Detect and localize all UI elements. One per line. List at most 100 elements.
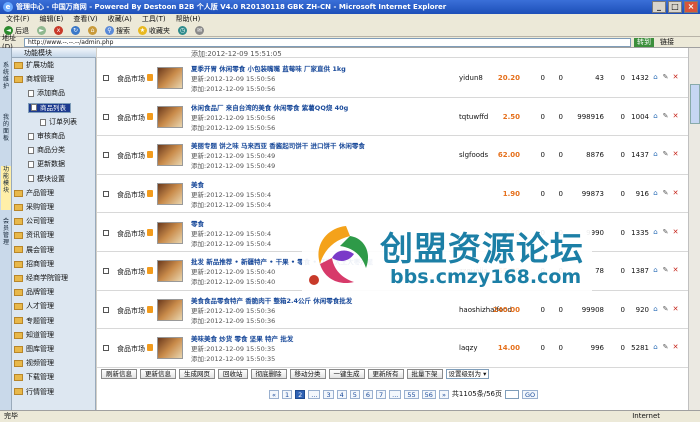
sidebar-item[interactable]: 商品列表 [28, 102, 71, 113]
page-56[interactable]: 56 [421, 389, 436, 399]
vtab-system[interactable]: 系统维护 [1, 62, 11, 106]
edit-icon[interactable]: ✎ [662, 228, 669, 236]
product-title-link[interactable]: 夏季开胃 休闲零食 小包装嘴嘴 蓝莓味 厂家直供 1kg [191, 63, 346, 73]
update-info-button[interactable]: 更新信息 [140, 369, 176, 379]
minimize-button[interactable]: _ [652, 1, 666, 13]
page-7[interactable]: 7 [376, 389, 387, 399]
row-checkbox[interactable] [103, 75, 109, 82]
row-checkbox[interactable] [103, 191, 109, 198]
sidebar-item[interactable]: 扩展功能 [14, 60, 54, 71]
product-title-link[interactable]: 美味美食 炒货 零食 坚果 特产 批发 [191, 333, 293, 343]
edit-icon[interactable]: ✎ [662, 112, 669, 120]
shop-icon[interactable]: ⌂ [652, 112, 659, 120]
shop-icon[interactable]: ⌂ [652, 344, 659, 351]
menu-help[interactable]: 帮助(H) [176, 14, 201, 25]
delete-icon[interactable]: ✕ [672, 112, 679, 120]
delete-icon[interactable]: ✕ [672, 228, 679, 236]
level-select[interactable]: 设置级别为 ▾ [445, 369, 490, 379]
stop-button[interactable]: x [54, 26, 63, 35]
sidebar-item[interactable]: 采购管理 [14, 202, 54, 213]
delete-icon[interactable]: ✕ [672, 190, 679, 197]
menu-tools[interactable]: 工具(T) [142, 14, 166, 25]
update-all-button[interactable]: 更新所有 [367, 369, 404, 379]
shop-icon[interactable]: ⌂ [652, 190, 659, 197]
sidebar-item[interactable]: 产品管理 [14, 188, 54, 199]
sidebar-item[interactable]: 视频管理 [14, 358, 54, 369]
product-title-link[interactable]: 休闲食品厂 来自台湾的美食 休闲零食 紫薯QQ烧 40g [191, 102, 348, 112]
menu-view[interactable]: 查看(V) [73, 14, 97, 25]
product-title-link[interactable]: 美丽专题 饼之味 马来西亚 香酱起司饼干 进口饼干 休闲零食 [191, 140, 365, 150]
menu-favorites[interactable]: 收藏(A) [108, 14, 132, 25]
product-thumbnail[interactable] [157, 260, 183, 283]
sidebar-item[interactable]: 商品分类 [28, 145, 65, 156]
delete-icon[interactable]: ✕ [672, 74, 679, 81]
sidebar-item[interactable]: 商城管理 [14, 74, 54, 85]
sidebar-item[interactable]: 模块设置 [28, 174, 65, 185]
batch-offshelf-button[interactable]: 批量下架 [406, 369, 443, 379]
edit-icon[interactable]: ✎ [662, 267, 669, 274]
page-4[interactable]: 4 [336, 389, 347, 399]
edit-icon[interactable]: ✎ [662, 151, 669, 158]
sidebar-item[interactable]: 添加商品 [28, 88, 65, 99]
row-checkbox[interactable] [103, 229, 109, 236]
page-2[interactable]: 2 [295, 389, 306, 399]
page-6[interactable]: 6 [362, 389, 374, 399]
sidebar-item[interactable]: 经商学院管理 [14, 273, 68, 284]
row-checkbox[interactable] [103, 306, 109, 313]
next-page-button[interactable]: » [438, 389, 449, 399]
row-checkbox[interactable] [103, 152, 109, 159]
vtab-modules[interactable]: 功能模块 [1, 166, 11, 210]
sidebar-item[interactable]: 订单列表 [40, 117, 77, 128]
forward-button[interactable]: ► [37, 26, 46, 35]
home-button[interactable]: ⌂ [88, 26, 97, 35]
delete-icon[interactable]: ✕ [672, 305, 679, 313]
delete-icon[interactable]: ✕ [672, 151, 679, 158]
delete-icon[interactable]: ✕ [672, 267, 679, 274]
delete-forever-button[interactable]: 彻底删除 [250, 369, 287, 379]
product-thumbnail[interactable] [157, 298, 183, 321]
edit-icon[interactable]: ✎ [662, 344, 669, 351]
page-55[interactable]: 55 [404, 389, 419, 399]
scrollbar-thumb[interactable] [690, 84, 700, 124]
row-checkbox[interactable] [103, 268, 109, 275]
go-button[interactable]: 转到 [634, 37, 654, 47]
product-thumbnail[interactable] [157, 105, 183, 128]
sidebar-item[interactable]: 行情管理 [14, 387, 54, 398]
recycle-bin-button[interactable]: 回收站 [218, 369, 248, 379]
maximize-button[interactable]: □ [668, 1, 682, 13]
sidebar-item[interactable]: 品牌管理 [14, 287, 54, 298]
sidebar-item[interactable]: 人才管理 [14, 301, 54, 312]
sidebar-item[interactable]: 展会管理 [14, 245, 54, 256]
product-thumbnail[interactable] [157, 144, 183, 167]
sidebar-item[interactable]: 下载管理 [14, 372, 54, 383]
menu-edit[interactable]: 编辑(E) [40, 14, 64, 25]
favorites-button[interactable]: ★ 收藏夹 [138, 26, 170, 36]
shop-icon[interactable]: ⌂ [652, 74, 659, 81]
delete-icon[interactable]: ✕ [672, 344, 679, 351]
sidebar-item[interactable]: 知道管理 [14, 330, 54, 341]
generate-page-button[interactable]: 生成网页 [179, 369, 215, 379]
sidebar-item[interactable]: 更新数据 [28, 159, 65, 170]
vtab-members[interactable]: 会员管理 [1, 218, 11, 262]
product-title-link[interactable]: 美食 [191, 179, 204, 189]
product-thumbnail[interactable] [157, 221, 183, 244]
shop-icon[interactable]: ⌂ [652, 151, 659, 158]
sidebar-item[interactable]: 图库管理 [14, 344, 54, 355]
sidebar-item[interactable]: 审核商品 [28, 131, 65, 142]
sidebar-item[interactable]: 专题管理 [14, 316, 54, 327]
page-3[interactable]: 3 [323, 389, 334, 399]
move-category-button[interactable]: 移动分类 [289, 369, 326, 379]
address-input[interactable]: http://www.--.--.--/admin.php [24, 37, 631, 47]
menu-file[interactable]: 文件(F) [6, 14, 30, 25]
product-title-link[interactable]: 零食 [191, 218, 204, 228]
page-number-input[interactable] [505, 389, 520, 399]
page-5[interactable]: 5 [349, 389, 360, 399]
prev-page-button[interactable]: « [269, 389, 279, 399]
product-thumbnail[interactable] [157, 337, 183, 360]
sidebar-item[interactable]: 招商管理 [14, 259, 54, 270]
product-title-link[interactable]: 美食食品零食特产 香脆肉干 整箱2.4公斤 休闲零食批发 [191, 295, 352, 305]
refresh-info-button[interactable]: 刷新信息 [101, 369, 137, 379]
sidebar-item[interactable]: 资讯管理 [14, 230, 54, 241]
vtab-panel[interactable]: 我的面板 [1, 114, 11, 158]
page-go-button[interactable]: GO [522, 389, 539, 399]
